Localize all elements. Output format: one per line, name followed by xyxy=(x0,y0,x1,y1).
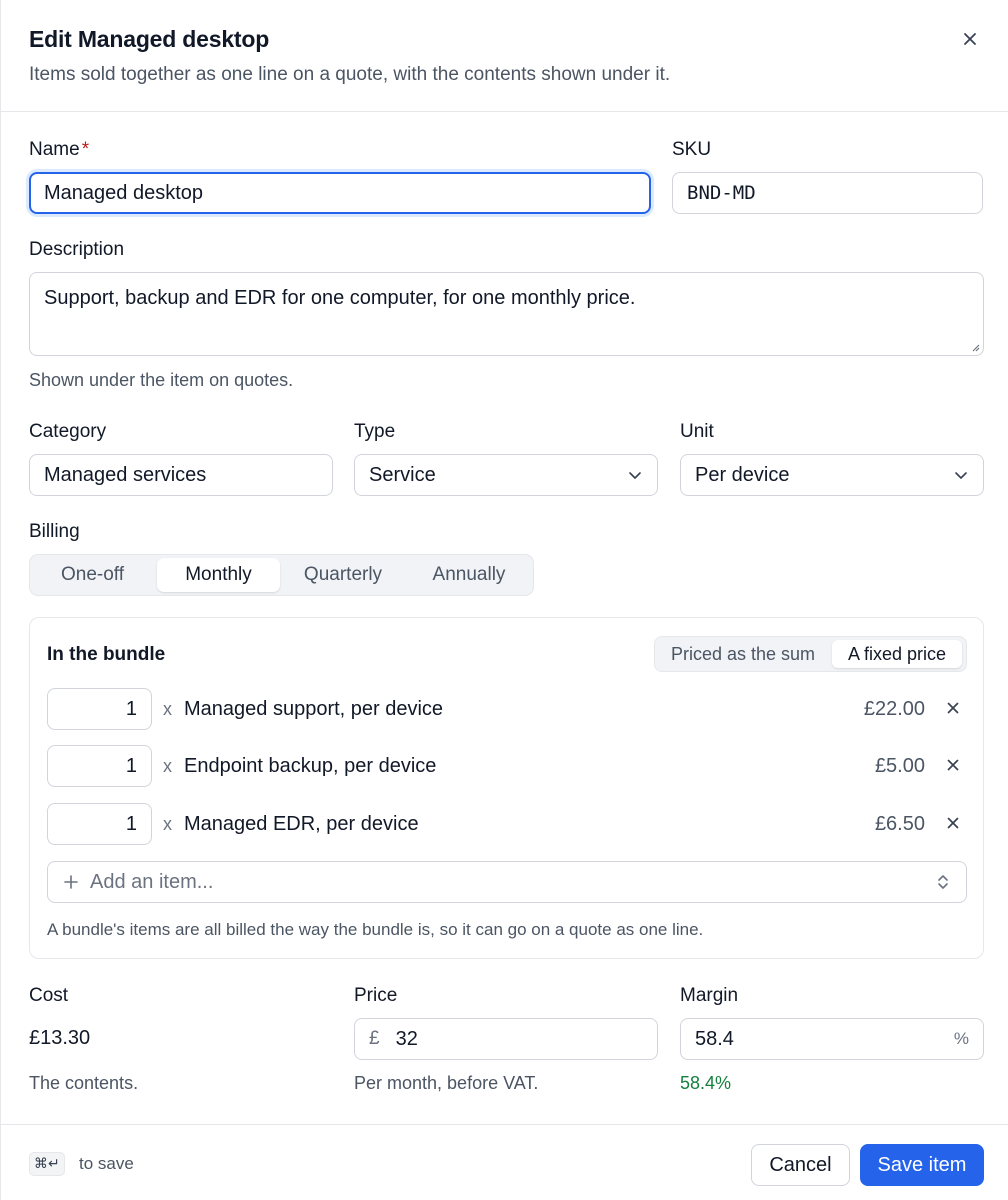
save-button[interactable]: Save item xyxy=(860,1144,984,1186)
type-label: Type xyxy=(354,421,396,442)
dialog-subtitle: Items sold together as one line on a quo… xyxy=(29,64,671,85)
keyboard-shortcut: ⌘↵ xyxy=(29,1152,65,1176)
cost-value: £13.30 xyxy=(29,1027,91,1049)
description-value: Support, backup and EDR for one computer… xyxy=(44,287,636,309)
pricing-option-fixed[interactable]: A fixed price xyxy=(832,640,962,668)
billing-option-annually[interactable]: Annually xyxy=(407,558,531,592)
category-input[interactable]: Managed services xyxy=(29,454,333,496)
quantity-value: 1 xyxy=(125,754,137,777)
bundle-panel: In the bundle Priced as the sum A fixed … xyxy=(29,617,984,959)
quantity-input[interactable]: 1 xyxy=(47,803,152,845)
category-label: Category xyxy=(29,421,107,442)
bundle-pricing-toggle: Priced as the sum A fixed price xyxy=(654,636,967,672)
bundle-hint: A bundle's items are all billed the way … xyxy=(47,920,704,939)
bundle-item-price: £6.50 xyxy=(874,813,925,835)
times-symbol: x xyxy=(163,814,172,834)
margin-input[interactable]: 58.4 % xyxy=(680,1018,984,1060)
close-button[interactable] xyxy=(957,26,983,52)
billing-segmented-control: One-off Monthly Quarterly Annually xyxy=(29,554,534,596)
chevron-down-icon xyxy=(955,472,967,479)
cost-label: Cost xyxy=(29,985,69,1006)
type-value: Service xyxy=(369,463,436,486)
billing-label: Billing xyxy=(29,521,80,542)
plus-icon xyxy=(64,875,78,889)
bundle-item-price: £22.00 xyxy=(863,698,925,720)
cost-hint: The contents. xyxy=(29,1073,139,1093)
remove-icon xyxy=(947,702,959,714)
pricing-option-sum[interactable]: Priced as the sum xyxy=(658,640,828,668)
remove-icon xyxy=(947,817,959,829)
dialog-footer: ⌘↵ to save Cancel Save item xyxy=(1,1124,1008,1200)
category-value: Managed services xyxy=(44,463,207,486)
dialog-title: Edit Managed desktop xyxy=(29,26,270,52)
bundle-item-row: 1 x Endpoint backup, per device £5.00 xyxy=(47,745,967,787)
type-select[interactable]: Service xyxy=(354,454,658,496)
description-textarea[interactable]: Support, backup and EDR for one computer… xyxy=(29,272,984,356)
currency-prefix: £ xyxy=(369,1028,380,1049)
unit-select[interactable]: Per device xyxy=(680,454,984,496)
add-item-placeholder: Add an item... xyxy=(90,870,214,893)
bundle-item-name: Managed support, per device xyxy=(184,698,444,720)
remove-item-button[interactable] xyxy=(943,698,963,718)
percent-suffix: % xyxy=(953,1029,969,1048)
quantity-input[interactable]: 1 xyxy=(47,688,152,730)
remove-item-button[interactable] xyxy=(943,813,963,833)
margin-value: 58.4 xyxy=(695,1027,734,1050)
cancel-button[interactable]: Cancel xyxy=(751,1144,850,1186)
bundle-item-name: Endpoint backup, per device xyxy=(184,755,437,777)
times-symbol: x xyxy=(163,699,172,719)
name-label: Name * xyxy=(29,139,89,161)
resize-grip-icon[interactable] xyxy=(970,342,980,352)
times-symbol: x xyxy=(163,756,172,776)
quantity-value: 1 xyxy=(125,697,137,720)
bundle-item-row: 1 x Managed EDR, per device £6.50 xyxy=(47,803,967,845)
unit-label: Unit xyxy=(680,421,714,442)
dialog-header: Edit Managed desktop Items sold together… xyxy=(1,0,1008,112)
unit-value: Per device xyxy=(695,463,790,486)
description-label: Description xyxy=(29,239,125,260)
billing-option-quarterly[interactable]: Quarterly xyxy=(282,558,404,592)
price-label: Price xyxy=(354,985,398,1006)
chevron-down-icon xyxy=(629,472,641,479)
billing-option-monthly[interactable]: Monthly xyxy=(157,558,280,592)
name-input[interactable]: Managed desktop xyxy=(29,172,651,214)
quantity-value: 1 xyxy=(125,812,137,835)
margin-display: 58.4% xyxy=(680,1073,732,1093)
bundle-title: In the bundle xyxy=(47,644,166,665)
sku-input-value: BND-MD xyxy=(687,182,756,204)
billing-option-one-off[interactable]: One-off xyxy=(33,558,152,592)
edit-item-dialog: Edit Managed desktop Items sold together… xyxy=(0,0,1008,1200)
bundle-item-name: Managed EDR, per device xyxy=(184,813,419,835)
name-input-value: Managed desktop xyxy=(44,181,204,204)
margin-label: Margin xyxy=(680,985,739,1006)
bundle-item-price: £5.00 xyxy=(874,755,925,777)
bundle-item-row: 1 x Managed support, per device £22.00 xyxy=(47,688,967,730)
sku-input[interactable]: BND-MD xyxy=(672,172,983,214)
description-hint: Shown under the item on quotes. xyxy=(29,370,294,390)
sku-label: SKU xyxy=(672,139,712,160)
remove-item-button[interactable] xyxy=(943,755,963,775)
quantity-input[interactable]: 1 xyxy=(47,745,152,787)
name-label-text: Name xyxy=(29,139,80,160)
chevron-up-down-icon xyxy=(936,873,950,891)
required-mark: * xyxy=(81,139,90,160)
save-shortcut-hint: to save xyxy=(79,1154,134,1173)
price-value: 32 xyxy=(395,1027,418,1050)
price-hint: Per month, before VAT. xyxy=(354,1073,539,1093)
price-input[interactable]: £ 32 xyxy=(354,1018,658,1060)
add-item-combobox[interactable]: Add an item... xyxy=(47,861,967,903)
close-icon xyxy=(964,33,976,45)
remove-icon xyxy=(947,759,959,771)
